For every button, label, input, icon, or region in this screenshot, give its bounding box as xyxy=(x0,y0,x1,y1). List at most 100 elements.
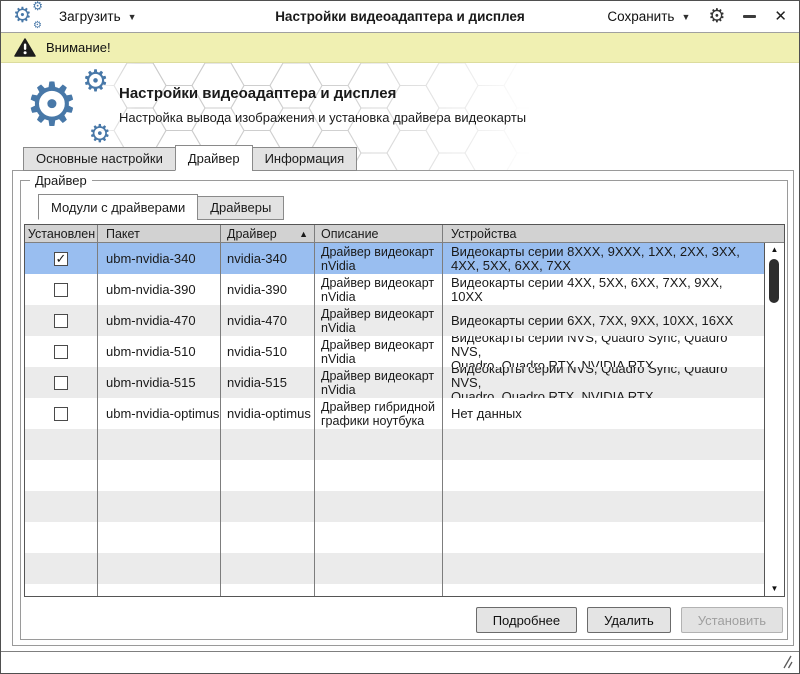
driver-cell: nvidia-390 xyxy=(221,274,315,305)
description-cell xyxy=(315,553,443,584)
vertical-scrollbar[interactable]: ▲ ▼ xyxy=(764,243,784,596)
driver-cell: nvidia-515 xyxy=(221,367,315,398)
empty-table-row[interactable] xyxy=(25,460,764,491)
installed-cell xyxy=(25,584,98,596)
install-button[interactable]: Установить xyxy=(681,607,783,633)
devices-cell xyxy=(443,522,764,553)
close-button[interactable]: ✕ xyxy=(774,9,787,24)
driver-cell xyxy=(221,491,315,522)
description-cell xyxy=(315,460,443,491)
resize-grip-icon[interactable] xyxy=(779,655,793,669)
load-button[interactable]: Загрузить ▼ xyxy=(59,9,137,24)
devices-cell: Видеокарты серии NVS, Quadro Sync, Quadr… xyxy=(443,336,764,367)
title-bar: ⚙ ⚙ ⚙ Загрузить ▼ Настройки видеоадаптер… xyxy=(1,1,799,33)
table-header-row: Установлен Пакет Драйвер ▲ Описание Устр… xyxy=(25,225,784,243)
column-header-installed[interactable]: Установлен xyxy=(25,225,98,242)
driver-cell: nvidia-optimus xyxy=(221,398,315,429)
gear-icon: ⚙ xyxy=(33,21,42,31)
description-cell xyxy=(315,429,443,460)
installed-cell xyxy=(25,367,98,398)
devices-cell: Видеокарты серии NVS, Quadro Sync, Quadr… xyxy=(443,367,764,398)
column-header-driver[interactable]: Драйвер ▲ xyxy=(221,225,315,242)
installed-cell xyxy=(25,398,98,429)
description-cell: Драйвер видеокарт nVidia xyxy=(315,274,443,305)
page-subtitle: Настройка вывода изображения и установка… xyxy=(119,110,526,125)
row-checkbox[interactable] xyxy=(54,345,68,359)
description-cell: Драйвер видеокарт nVidia xyxy=(315,305,443,336)
driver-cell xyxy=(221,584,315,596)
installed-cell xyxy=(25,336,98,367)
table-row[interactable]: ubm-nvidia-515 nvidia-515 Драйвер видеок… xyxy=(25,367,764,398)
tab-driver-modules[interactable]: Модули с драйверами xyxy=(38,194,198,220)
package-cell xyxy=(98,491,221,522)
minimize-button[interactable] xyxy=(743,15,756,18)
tab-driver[interactable]: Драйвер xyxy=(175,145,253,171)
devices-cell: Видеокарты серии 8XXX, 9XXX, 1XX, 2XX, 3… xyxy=(443,243,764,274)
devices-cell xyxy=(443,429,764,460)
tab-information[interactable]: Информация xyxy=(252,147,358,171)
table-row[interactable]: ubm-nvidia-390 nvidia-390 Драйвер видеок… xyxy=(25,274,764,305)
table-action-buttons: Подробнее Удалить Установить xyxy=(476,607,783,633)
minimize-icon xyxy=(743,15,756,18)
driver-cell xyxy=(221,522,315,553)
package-cell: ubm-nvidia-470 xyxy=(98,305,221,336)
column-header-devices[interactable]: Устройства xyxy=(443,225,784,242)
warning-text: Внимание! xyxy=(46,40,111,55)
description-cell: Драйвер гибридной графики ноутбука xyxy=(315,398,443,429)
gear-icon: ⚙ xyxy=(25,73,79,137)
table-row[interactable]: ✓ ubm-nvidia-340 nvidia-340 Драйвер виде… xyxy=(25,243,764,274)
driver-cell: nvidia-470 xyxy=(221,305,315,336)
row-checkbox[interactable] xyxy=(54,376,68,390)
chevron-down-icon: ▼ xyxy=(681,12,690,22)
settings-button[interactable]: ⚙ xyxy=(708,7,725,26)
row-checkbox[interactable] xyxy=(54,407,68,421)
remove-button[interactable]: Удалить xyxy=(587,607,671,633)
devices-cell xyxy=(443,460,764,491)
scroll-up-icon[interactable]: ▲ xyxy=(765,243,784,257)
row-checkbox[interactable]: ✓ xyxy=(54,252,68,266)
installed-cell xyxy=(25,460,98,491)
gear-icon: ⚙ xyxy=(708,7,725,26)
table-body: ✓ ubm-nvidia-340 nvidia-340 Драйвер виде… xyxy=(25,243,764,596)
scrollbar-thumb[interactable] xyxy=(769,259,779,303)
description-cell: Драйвер видеокарт nVidia xyxy=(315,336,443,367)
empty-table-row[interactable] xyxy=(25,429,764,460)
driver-tab-panel: Драйвер Модули с драйверами Драйверы Уст… xyxy=(12,170,794,646)
save-button[interactable]: Сохранить ▼ xyxy=(607,9,690,24)
content-area: ⚙ ⚙ ⚙ Настройки видеоадаптера и дисплея … xyxy=(1,63,799,651)
close-icon: ✕ xyxy=(774,9,787,24)
table-row[interactable]: ubm-nvidia-optimus nvidia-optimus Драйве… xyxy=(25,398,764,429)
gear-icon: ⚙ xyxy=(89,122,111,147)
description-cell xyxy=(315,491,443,522)
column-header-description[interactable]: Описание xyxy=(315,225,443,242)
tab-main-settings[interactable]: Основные настройки xyxy=(23,147,176,171)
package-cell: ubm-nvidia-optimus xyxy=(98,398,221,429)
description-cell xyxy=(315,522,443,553)
table-row[interactable]: ubm-nvidia-510 nvidia-510 Драйвер видеок… xyxy=(25,336,764,367)
sort-asc-icon: ▲ xyxy=(299,229,310,239)
gear-icon: ⚙ xyxy=(13,3,32,29)
package-cell xyxy=(98,522,221,553)
tab-drivers[interactable]: Драйверы xyxy=(197,196,284,220)
empty-table-row[interactable] xyxy=(25,584,764,596)
load-button-label: Загрузить xyxy=(59,9,121,24)
empty-table-row[interactable] xyxy=(25,522,764,553)
description-cell: Драйвер видеокарт nVidia xyxy=(315,243,443,274)
status-bar xyxy=(1,651,799,673)
package-cell xyxy=(98,429,221,460)
gear-icon: ⚙ xyxy=(82,67,109,97)
column-header-package[interactable]: Пакет xyxy=(98,225,221,242)
devices-cell xyxy=(443,584,764,596)
details-button[interactable]: Подробнее xyxy=(476,607,577,633)
empty-table-row[interactable] xyxy=(25,553,764,584)
package-cell: ubm-nvidia-510 xyxy=(98,336,221,367)
driver-groupbox: Драйвер Модули с драйверами Драйверы Уст… xyxy=(20,180,788,640)
inner-tab-bar: Модули с драйверами Драйверы xyxy=(38,194,284,220)
main-tab-bar: Основные настройки Драйвер Информация xyxy=(23,145,357,171)
app-window: ⚙ ⚙ ⚙ Загрузить ▼ Настройки видеоадаптер… xyxy=(0,0,800,674)
table-row[interactable]: ubm-nvidia-470 nvidia-470 Драйвер видеок… xyxy=(25,305,764,336)
row-checkbox[interactable] xyxy=(54,283,68,297)
scroll-down-icon[interactable]: ▼ xyxy=(765,582,784,596)
row-checkbox[interactable] xyxy=(54,314,68,328)
empty-table-row[interactable] xyxy=(25,491,764,522)
